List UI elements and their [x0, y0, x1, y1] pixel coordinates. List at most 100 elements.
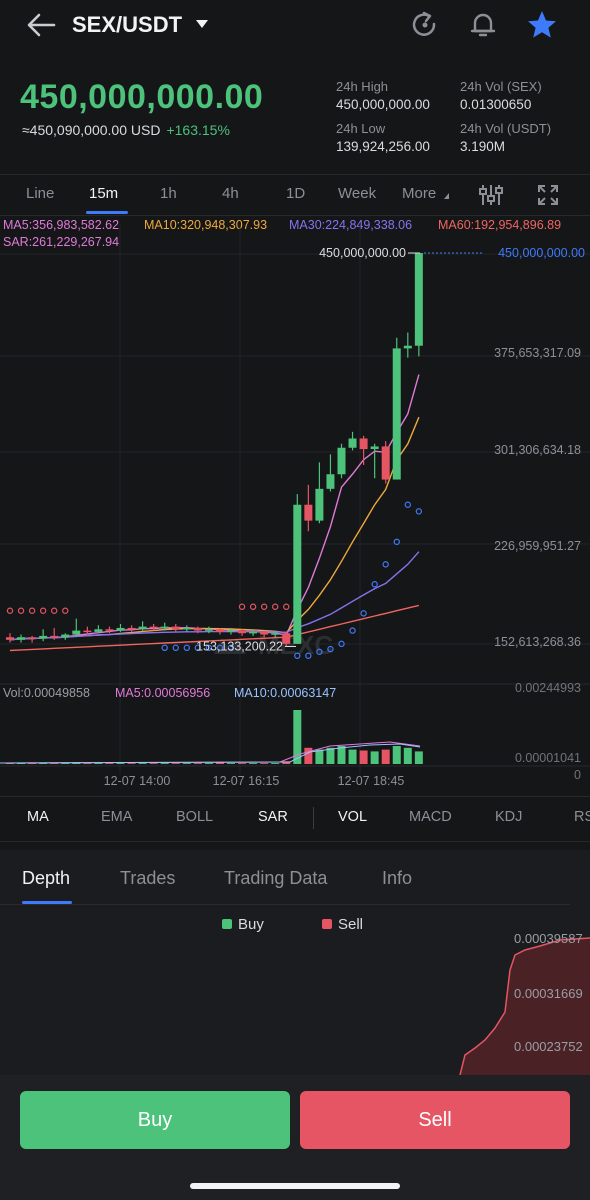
buy-button[interactable]: Buy: [20, 1091, 290, 1149]
sar-dots: [6, 501, 423, 659]
tab-1h[interactable]: 1h: [160, 185, 177, 202]
sar-dot: [183, 644, 190, 652]
indicator-ma[interactable]: MA: [27, 809, 49, 825]
candle-body: [160, 626, 169, 629]
pair-title[interactable]: SEX/USDT: [72, 12, 182, 38]
candle-body: [182, 627, 191, 630]
volume-ma10-line: [0, 743, 421, 764]
y-axis-label: 301,306,634.18: [494, 443, 581, 457]
sar-dot: [272, 603, 279, 610]
header-bar: SEX/USDT: [0, 0, 590, 52]
indicator-vol[interactable]: VOL: [338, 809, 367, 825]
sell-button[interactable]: Sell: [300, 1091, 570, 1149]
moving-average-lines: [9, 374, 420, 652]
volume-bars: [0, 710, 423, 764]
candle-body: [61, 634, 70, 638]
indicator-boll[interactable]: BOLL: [176, 809, 213, 825]
volume-ma5-label: MA5:0.00056956: [115, 686, 211, 700]
candle-body: [326, 474, 335, 489]
candle-body: [370, 446, 379, 450]
tab-week[interactable]: Week: [338, 185, 376, 202]
ma10-line: [9, 416, 420, 641]
vol-base-value: 0.01300650: [460, 97, 532, 112]
depth-panel: Depth Trades Trading Data Info Buy Sell …: [0, 850, 590, 1075]
low-marker: 153,133,200.22: [196, 639, 283, 653]
depth-label-low: 0.00023752: [514, 1039, 583, 1054]
candle-body: [39, 635, 48, 639]
volume-axis-label: 0.00001041: [515, 751, 581, 765]
candle-body: [315, 488, 324, 521]
candle-body: [204, 629, 213, 631]
star-icon[interactable]: [526, 9, 558, 41]
x-axis-labels: 12-07 14:00 12-07 16:15 12-07 18:45: [104, 774, 405, 788]
sar-dot: [172, 644, 179, 652]
tab-4h[interactable]: 4h: [222, 185, 239, 202]
buy-swatch: [222, 919, 232, 929]
volume-bar: [127, 763, 136, 764]
candlestick-chart[interactable]: MEXC 375,653,317.09301,306,634.18226,959…: [0, 214, 590, 796]
depth-label-mid: 0.00031669: [514, 986, 583, 1001]
candle-body: [138, 626, 147, 630]
indicator-rsi[interactable]: RS: [574, 809, 590, 825]
volume-bar: [227, 763, 235, 764]
legend-buy-text: Buy: [238, 916, 264, 933]
volume-ma10-label: MA10:0.00063147: [234, 686, 337, 700]
candle-body: [403, 345, 412, 349]
y-axis-label: 226,959,951.27: [494, 539, 581, 553]
usd-value: ≈450,090,000.00 USD +163.15%: [22, 122, 230, 138]
volume-bar: [260, 763, 269, 764]
candle-body: [171, 626, 180, 630]
volume-bar: [193, 763, 202, 764]
indicator-macd[interactable]: MACD: [409, 809, 452, 825]
tab-line[interactable]: Line: [26, 185, 54, 202]
sar-dot: [51, 607, 58, 614]
action-bar: Buy Sell: [0, 1075, 590, 1200]
candle-body: [6, 637, 14, 640]
candle-body: [392, 348, 401, 480]
more-caret-icon[interactable]: [444, 193, 449, 199]
arrow-left-icon[interactable]: [24, 10, 58, 40]
candle-body: [149, 626, 158, 629]
tab-15m[interactable]: 15m: [89, 185, 118, 202]
tab-trading-data[interactable]: Trading Data: [224, 868, 327, 889]
candle-body: [94, 629, 103, 632]
volume-bar: [326, 747, 335, 764]
volume-bar: [392, 746, 401, 764]
tab-1d[interactable]: 1D: [286, 185, 305, 202]
volume-axis-label: 0.00244993: [515, 681, 581, 695]
indicator-ema[interactable]: EMA: [101, 809, 132, 825]
volume-bar: [249, 763, 258, 764]
candle-body: [359, 438, 368, 450]
indicator-settings-icon[interactable]: [478, 183, 504, 207]
bell-icon[interactable]: [468, 10, 498, 40]
candle-body: [238, 630, 247, 634]
high-marker: 450,000,000.00: [319, 246, 406, 260]
volume-bar: [160, 763, 169, 764]
tab-depth[interactable]: Depth: [22, 868, 70, 889]
fullscreen-icon[interactable]: [536, 183, 560, 207]
sar-dot: [260, 603, 268, 610]
indicator-kdj[interactable]: KDJ: [495, 809, 522, 825]
candle-body: [105, 629, 114, 631]
candle-body: [28, 637, 37, 639]
refresh-icon[interactable]: [410, 10, 440, 40]
candle-body: [381, 446, 390, 480]
price-change: +163.15%: [166, 122, 230, 138]
tab-info[interactable]: Info: [382, 868, 412, 889]
home-indicator: [190, 1183, 400, 1189]
legend-sell-text: Sell: [338, 916, 364, 933]
tab-trades[interactable]: Trades: [120, 868, 175, 889]
volume-bar: [238, 763, 247, 764]
volume-label: Vol:0.00049858: [3, 686, 90, 700]
volume-bar: [271, 763, 280, 764]
indicator-sar[interactable]: SAR: [258, 809, 288, 825]
candle-body: [282, 633, 291, 644]
pair-dropdown-caret-icon[interactable]: [196, 20, 208, 28]
candle-body: [293, 504, 302, 644]
usd-value-text: ≈450,090,000.00 USD: [22, 122, 161, 138]
volume-bar: [182, 763, 191, 764]
sar-dot: [382, 561, 389, 568]
tab-more[interactable]: More: [402, 185, 436, 202]
volume-bar: [337, 746, 346, 764]
legend-buy: Buy: [222, 916, 264, 933]
